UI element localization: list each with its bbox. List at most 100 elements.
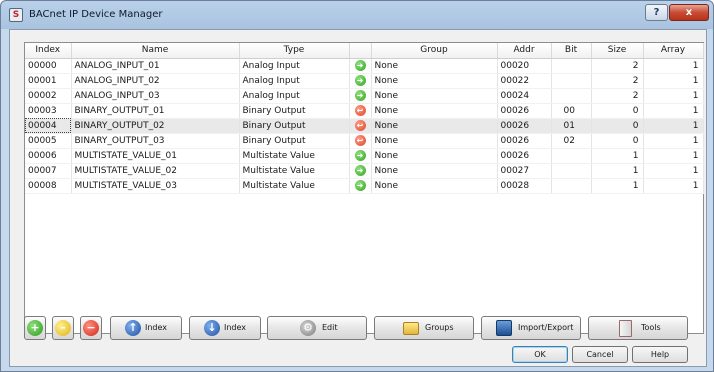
table-row[interactable]: 00004 BINARY_OUTPUT_02 Binary Output ↩ None 0… [25, 118, 704, 134]
table-row[interactable]: 00005 BINARY_OUTPUT_03 Binary Output ↩ None 0… [25, 133, 704, 149]
import-export-button[interactable]: Import/Export [481, 316, 581, 340]
cell-name: ANALOG_INPUT_01 [71, 58, 240, 74]
cell-addr: 00026 [497, 148, 552, 164]
cell-direction: ➜ [349, 88, 372, 104]
cell-type: Multistate Value [239, 148, 350, 164]
cell-bit [551, 88, 592, 104]
cell-group: None [371, 88, 498, 104]
cell-index: 00001 [25, 73, 72, 89]
edit-button[interactable]: ⚙ Edit [267, 316, 367, 340]
folder-icon [403, 322, 419, 335]
cell-array: 1 [643, 103, 704, 119]
header-group[interactable]: Group [371, 43, 498, 59]
gear-icon: ⚙ [300, 320, 316, 336]
cell-size: 0 [591, 103, 644, 119]
cell-bit: 02 [551, 133, 592, 149]
arrow-right-circle-icon: ➜ [354, 90, 366, 101]
arrow-right-circle-icon: ➜ [354, 60, 366, 71]
close-button[interactable]: x [669, 4, 709, 21]
arrow-up-icon: ↑ [125, 320, 141, 336]
cell-group: None [371, 58, 498, 74]
cell-array: 1 [643, 178, 704, 194]
cell-type: Analog Input [239, 73, 350, 89]
cell-bit [551, 178, 592, 194]
groups-label: Groups [425, 323, 454, 332]
cell-addr: 00022 [497, 73, 552, 89]
save-disk-icon [496, 320, 512, 336]
cell-direction: ➜ [349, 73, 372, 89]
table-row[interactable]: 00000 ANALOG_INPUT_01 Analog Input ➜ None 000… [25, 58, 704, 74]
delete-button[interactable]: − [80, 316, 102, 340]
cell-index: 00002 [25, 88, 72, 104]
title-help-button[interactable]: ? [645, 4, 668, 21]
cell-size: 1 [591, 178, 644, 194]
cell-direction: ➜ [349, 178, 372, 194]
cell-size: 2 [591, 88, 644, 104]
groups-button[interactable]: Groups [374, 316, 474, 340]
cell-array: 1 [643, 73, 704, 89]
help-button[interactable]: Help [632, 346, 688, 363]
table-header-row: Index Name Type Group Addr Bit Size Arra… [25, 43, 704, 59]
table-row[interactable]: 00002 ANALOG_INPUT_03 Analog Input ➜ None 000… [25, 88, 704, 104]
edit-label: Edit [322, 323, 338, 332]
cell-addr: 00020 [497, 58, 552, 74]
cell-type: Binary Output [239, 118, 350, 134]
cell-size: 2 [591, 58, 644, 74]
table-row[interactable]: 00001 ANALOG_INPUT_02 Analog Input ➜ None 000… [25, 73, 704, 89]
tools-label: Tools [641, 323, 661, 332]
cell-size: 2 [591, 73, 644, 89]
add-icon: + [27, 320, 43, 336]
cell-direction: ↩ [349, 133, 372, 149]
cell-type: Binary Output [239, 103, 350, 119]
app-icon: S [9, 8, 23, 22]
arrow-down-icon: ↓ [204, 320, 220, 336]
table-row[interactable]: 00007 MULTISTATE_VALUE_02 Multistate Value… [25, 163, 704, 179]
title-bar[interactable]: S BACnet IP Device Manager ? x [1, 1, 713, 29]
header-array[interactable]: Array [643, 43, 704, 59]
header-name[interactable]: Name [71, 43, 240, 59]
header-size[interactable]: Size [591, 43, 644, 59]
cell-name: BINARY_OUTPUT_01 [71, 103, 240, 119]
index-down-button[interactable]: ↓ Index [189, 316, 261, 340]
cell-size: 0 [591, 133, 644, 149]
cell-type: Analog Input [239, 58, 350, 74]
cell-size: 1 [591, 163, 644, 179]
cell-type: Binary Output [239, 133, 350, 149]
cell-bit [551, 58, 592, 74]
cell-type: Multistate Value [239, 163, 350, 179]
index-up-button[interactable]: ↑ Index [110, 316, 182, 340]
cell-addr: 00027 [497, 163, 552, 179]
cell-array: 1 [643, 163, 704, 179]
table-row[interactable]: 00003 BINARY_OUTPUT_01 Binary Output ↩ None 0… [25, 103, 704, 119]
cell-addr: 00024 [497, 88, 552, 104]
header-direction[interactable] [349, 43, 372, 59]
cell-array: 1 [643, 133, 704, 149]
cell-bit: 00 [551, 103, 592, 119]
cell-type: Analog Input [239, 88, 350, 104]
cancel-button[interactable]: Cancel [572, 346, 628, 363]
tools-button[interactable]: Tools [588, 316, 688, 340]
arrow-left-circle-icon: ↩ [354, 135, 366, 146]
tools-icon [619, 320, 632, 337]
cell-group: None [371, 103, 498, 119]
table-row[interactable]: 00006 MULTISTATE_VALUE_01 Multistate Value… [25, 148, 704, 164]
edit-inline-button[interactable]: – [52, 316, 74, 340]
cell-direction: ↩ [349, 118, 372, 134]
cell-index: 00005 [25, 133, 72, 149]
cell-direction: ➜ [349, 58, 372, 74]
add-button[interactable]: + [24, 316, 46, 340]
table-row[interactable]: 00008 MULTISTATE_VALUE_03 Multistate Value… [25, 178, 704, 194]
header-index[interactable]: Index [25, 43, 72, 59]
cell-index: 00003 [25, 103, 72, 119]
cell-index: 00007 [25, 163, 72, 179]
index-down-label: Index [224, 323, 247, 332]
points-table[interactable]: Index Name Type Group Addr Bit Size Arra… [24, 42, 704, 334]
cell-addr: 00026 [497, 118, 552, 134]
ok-button[interactable]: OK [512, 346, 568, 363]
header-type[interactable]: Type [239, 43, 350, 59]
header-bit[interactable]: Bit [551, 43, 592, 59]
header-addr[interactable]: Addr [497, 43, 552, 59]
cell-group: None [371, 178, 498, 194]
arrow-left-circle-icon: ↩ [354, 120, 366, 131]
dialog-client-area: Index Name Type Group Addr Bit Size Arra… [9, 29, 707, 367]
